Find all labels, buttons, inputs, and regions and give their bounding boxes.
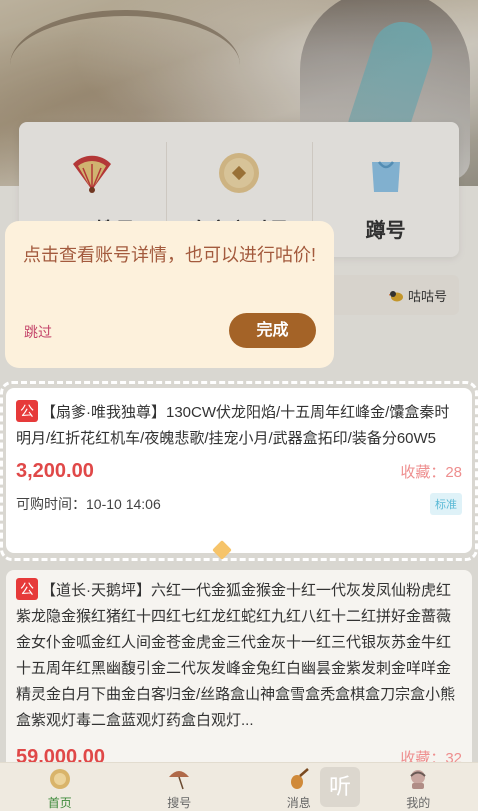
- coin-icon: [219, 153, 259, 193]
- listing-title: 公【扇爹·唯我独尊】130CW伏龙阳焰/十五周年红峰金/馕盒秦时明月/红折花红机…: [16, 400, 462, 452]
- floating-listen-button[interactable]: 听: [320, 767, 360, 807]
- profile-icon: [410, 770, 426, 789]
- favorites-count[interactable]: 收藏：28: [400, 461, 462, 482]
- menu-item-squat[interactable]: 蹲号: [312, 122, 459, 257]
- standard-tag: 标准: [430, 493, 462, 515]
- buy-time: 可购时间：10-10 14:06: [16, 496, 161, 512]
- home-coin-icon: [49, 769, 70, 789]
- listing-title: 公【道长·天鹅坪】六红一代金狐金猴金十红一代灰发凤仙粉虎红紫龙隐金猴红猪红十四红…: [16, 578, 462, 734]
- bag-icon: [371, 161, 400, 192]
- tab-home[interactable]: 首页: [0, 763, 120, 811]
- public-badge: 公: [16, 578, 38, 600]
- folding-fan-icon: [73, 155, 112, 193]
- tab-profile[interactable]: 我的: [359, 763, 478, 811]
- listing-card[interactable]: 公【道长·天鹅坪】六红一代金狐金猴金十红一代灰发凤仙粉虎红紫龙隐金猴红猪红十四红…: [6, 570, 472, 780]
- listing-card[interactable]: 公【扇爹·唯我独尊】130CW伏龙阳焰/十五周年红峰金/馕盒秦时明月/红折花红机…: [6, 388, 472, 553]
- listing-title-text: 【道长·天鹅坪】六红一代金狐金猴金十红一代灰发凤仙粉虎红紫龙隐金猴红猪红十四红七…: [16, 582, 456, 729]
- tooltip-text: 点击查看账号详情，也可以进行咕价!: [23, 245, 316, 265]
- guide-tooltip: 点击查看账号详情，也可以进行咕价! 跳过 完成: [5, 221, 334, 368]
- pipa-icon: [290, 768, 309, 789]
- tab-label: 我的: [406, 796, 431, 810]
- public-badge: 公: [16, 400, 38, 422]
- gugu-number-link[interactable]: 咕咕号: [388, 286, 447, 305]
- bottom-tab-bar: 首页 搜号 消息 我的: [0, 762, 478, 811]
- listing-title-text: 【扇爹·唯我独尊】130CW伏龙阳焰/十五周年红峰金/馕盒秦时明月/红折花红机车…: [16, 404, 450, 447]
- tab-label: 消息: [286, 796, 311, 810]
- done-button[interactable]: 完成: [229, 313, 316, 348]
- skip-button[interactable]: 跳过: [24, 322, 52, 342]
- bird-icon: [388, 290, 403, 301]
- banner-architecture: [10, 10, 240, 120]
- umbrella-icon: [169, 771, 190, 790]
- listing-price: 3,200.00: [16, 460, 94, 482]
- tab-search[interactable]: 搜号: [120, 763, 240, 811]
- tab-label: 搜号: [167, 796, 192, 810]
- gugu-label: 咕咕号: [407, 289, 447, 304]
- tab-label: 首页: [47, 796, 72, 810]
- menu-label: 蹲号: [365, 220, 406, 242]
